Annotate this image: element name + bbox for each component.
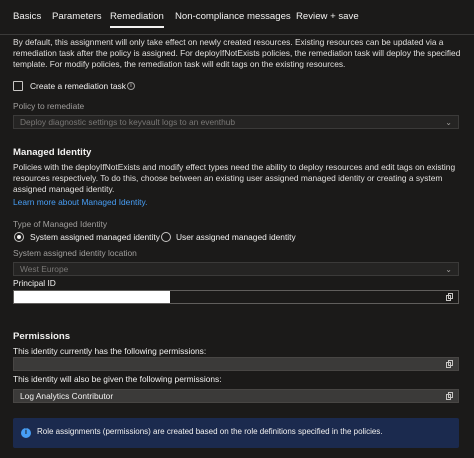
current-permissions-label: This identity currently has the followin… bbox=[13, 346, 207, 356]
radio-user-assigned[interactable] bbox=[161, 232, 171, 242]
info-icon[interactable]: i bbox=[127, 82, 135, 90]
policy-to-remediate-dropdown[interactable]: Deploy diagnostic settings to keyvault l… bbox=[13, 115, 459, 129]
future-permissions-field[interactable]: Log Analytics Contributor bbox=[13, 389, 459, 403]
current-permissions-field[interactable] bbox=[13, 357, 459, 371]
policy-to-remediate-value: Deploy diagnostic settings to keyvault l… bbox=[20, 117, 236, 127]
chevron-down-icon: ⌄ bbox=[445, 265, 452, 274]
copy-icon[interactable] bbox=[446, 360, 453, 368]
radio-system-assigned[interactable] bbox=[14, 232, 24, 242]
learn-more-link[interactable]: Learn more about Managed Identity. bbox=[13, 197, 147, 208]
chevron-down-icon: ⌄ bbox=[445, 118, 452, 127]
radio-user-assigned-label: User assigned managed identity bbox=[176, 232, 296, 242]
principal-id-field[interactable] bbox=[13, 290, 459, 304]
intro-text: By default, this assignment will only ta… bbox=[13, 37, 461, 69]
identity-location-dropdown[interactable]: West Europe ⌄ bbox=[13, 262, 459, 276]
remediation-task-label: Create a remediation task bbox=[30, 81, 126, 91]
identity-location-label: System assigned identity location bbox=[13, 248, 137, 258]
info-banner-text: Role assignments (permissions) are creat… bbox=[37, 427, 383, 436]
remediation-task-checkbox[interactable] bbox=[13, 81, 23, 91]
tab-remediation[interactable]: Remediation bbox=[110, 11, 164, 29]
principal-id-value bbox=[14, 291, 170, 303]
identity-location-value: West Europe bbox=[20, 264, 69, 274]
tab-parameters[interactable]: Parameters bbox=[52, 11, 102, 23]
policy-to-remediate-label: Policy to remediate bbox=[13, 101, 85, 111]
info-icon: i bbox=[21, 428, 31, 438]
tab-review-save[interactable]: Review + save bbox=[296, 11, 359, 23]
managed-identity-heading: Managed Identity bbox=[13, 147, 92, 158]
future-permissions-value: Log Analytics Contributor bbox=[20, 391, 114, 401]
radio-system-assigned-label: System assigned managed identity bbox=[30, 232, 160, 242]
copy-icon[interactable] bbox=[446, 392, 453, 400]
tab-basics[interactable]: Basics bbox=[13, 11, 41, 23]
managed-identity-description: Policies with the deployIfNotExists and … bbox=[13, 162, 456, 194]
identity-type-label: Type of Managed Identity bbox=[13, 219, 108, 229]
future-permissions-label: This identity will also be given the fol… bbox=[13, 374, 222, 384]
tab-bar: Basics Parameters Remediation Non-compli… bbox=[0, 0, 474, 35]
principal-id-label: Principal ID bbox=[13, 278, 56, 288]
copy-icon[interactable] bbox=[446, 293, 453, 301]
tab-non-compliance-messages[interactable]: Non-compliance messages bbox=[175, 11, 291, 23]
permissions-heading: Permissions bbox=[13, 331, 71, 342]
